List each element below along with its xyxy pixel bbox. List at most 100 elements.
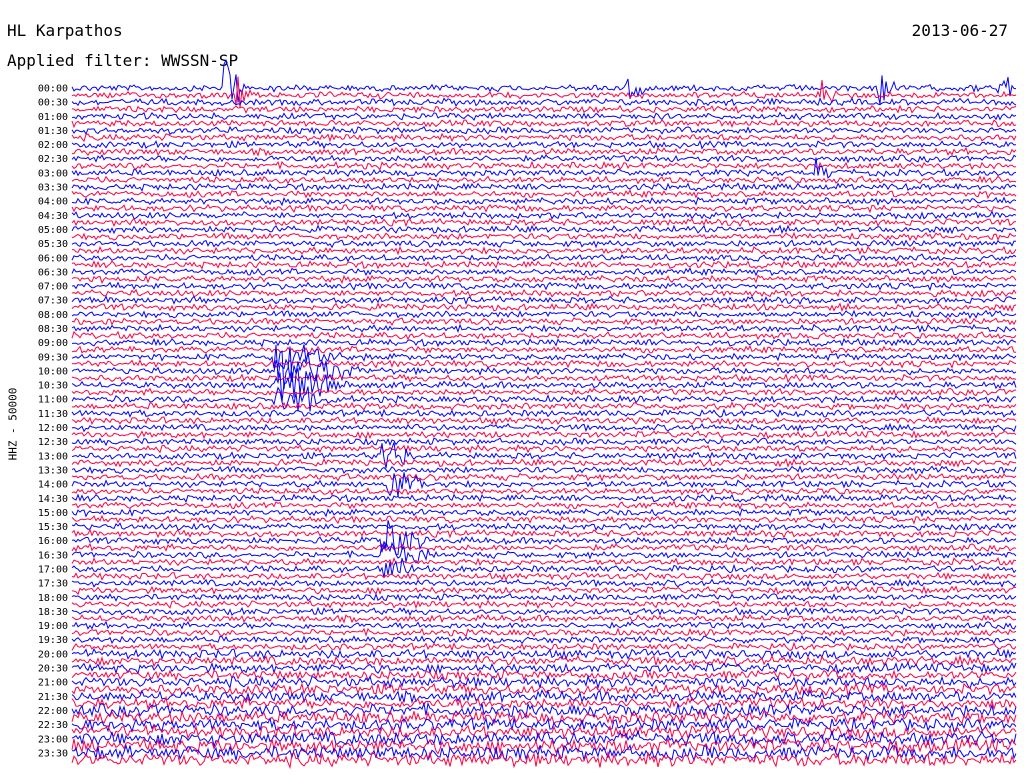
tick-label-1600: 16:00 [38,536,68,547]
tick-label-1130: 11:30 [38,409,68,420]
trace-row-2000 [71,647,1017,661]
trace-row-1730 [71,578,1017,588]
trace-row-1015 [71,373,1017,384]
tick-label-0700: 07:00 [38,282,68,293]
tick-label-2000: 20:00 [38,649,68,660]
trace-row-0330 [71,182,1017,192]
trace-row-0130 [71,125,1017,136]
trace-row-2345 [71,750,1017,770]
trace-row-0245 [71,160,1017,171]
tick-label-1730: 17:30 [38,579,68,590]
tick-label-1030: 10:30 [38,381,68,392]
trace-row-1715 [71,571,1017,581]
trace-row-0215 [72,146,1017,157]
trace-row-1200 [71,422,1017,433]
trace-row-2015 [71,654,1017,668]
trace-row-1945 [71,641,1017,652]
trace-row-0515 [71,231,1017,242]
trace-row-1330 [71,465,1017,475]
tick-label-0030: 00:30 [38,98,68,109]
trace-row-1615 [71,542,1017,553]
tick-label-2200: 22:00 [38,706,68,717]
trace-row-0545 [71,245,1017,256]
trace-row-0045 [71,104,1017,114]
trace-row-0445 [71,217,1016,228]
tick-label-2100: 21:00 [38,678,68,689]
tick-label-2300: 23:00 [38,734,68,745]
trace-row-1000 [71,346,1017,390]
tick-label-1400: 14:00 [38,480,68,491]
trace-row-0400 [71,196,1017,207]
trace-row-0745 [71,302,1017,313]
trace-row-1345 [71,472,1017,482]
trace-row-0915 [71,344,1017,355]
tick-label-1830: 18:30 [38,607,68,618]
trace-row-1415 [71,486,1017,496]
tick-label-1800: 18:00 [38,593,68,604]
tick-label-1530: 15:30 [38,522,68,533]
tick-label-0000: 00:00 [38,84,68,95]
trace-row-1845 [71,613,1017,624]
tick-label-0730: 07:30 [38,296,68,307]
trace-row-0115 [71,118,1017,129]
trace-row-0000 [71,58,1017,105]
trace-row-0430 [71,210,1017,220]
trace-row-0345 [71,189,1017,200]
trace-row-1315 [71,457,1016,468]
tick-label-1430: 14:30 [38,494,68,505]
trace-row-1445 [71,500,1017,510]
trace-row-1230 [71,437,1017,447]
trace-row-1645 [71,556,1017,567]
tick-label-0600: 06:00 [38,253,68,264]
tick-label-0100: 01:00 [38,112,68,123]
tick-label-1700: 17:00 [38,565,68,576]
trace-row-0315 [71,175,1017,185]
trace-row-1045 [71,387,1017,397]
trace-row-0030 [71,96,1017,107]
tick-label-0900: 09:00 [38,338,68,349]
trace-row-1515 [71,514,1017,525]
tick-label-1930: 19:30 [38,635,68,646]
trace-row-1630 [71,541,1017,564]
tick-label-0330: 03:30 [38,183,68,194]
trace-row-2200 [71,701,1017,720]
trace-row-1115 [71,401,1017,411]
tick-label-2030: 20:30 [38,664,68,675]
trace-row-0945 [71,359,1017,370]
trace-row-0830 [71,323,1017,334]
trace-row-1900 [71,620,1017,631]
trace-row-0145 [71,132,1017,143]
tick-label-1330: 13:30 [38,465,68,476]
tick-label-1500: 15:00 [38,508,68,519]
trace-layer [71,58,1017,770]
trace-row-0815 [71,316,1017,327]
tick-label-0530: 05:30 [38,239,68,250]
trace-row-1800 [71,592,1017,602]
tick-label-1300: 13:00 [38,451,68,462]
tick-label-2230: 22:30 [38,720,68,731]
trace-row-1815 [71,599,1017,610]
trace-row-0230 [71,154,1017,164]
trace-row-1245 [71,444,1017,454]
trace-row-0100 [71,111,1017,121]
tick-label-0300: 03:00 [38,168,68,179]
trace-row-1030 [71,368,1017,402]
tick-label-0200: 02:00 [38,140,68,151]
helicorder-plot: 00:00 00:30 01:00 01:30 02:00 02:30 03:00 03:30… [38,58,1017,770]
trace-row-0615 [71,259,1017,270]
tick-label-1200: 12:00 [38,423,68,434]
trace-row-0645 [71,274,1017,285]
tick-label-0430: 04:30 [38,211,68,222]
tick-label-1630: 16:30 [38,550,68,561]
trace-row-0700 [71,281,1017,292]
tick-label-0800: 08:00 [38,310,68,321]
tick-label-1100: 11:00 [38,395,68,406]
trace-row-0900 [71,337,1017,348]
tick-label-1230: 12:30 [38,437,68,448]
trace-row-1930 [71,634,1017,645]
tick-label-layer: 00:00 00:30 01:00 01:30 02:00 02:30 03:00 03:30… [38,84,68,760]
trace-row-2215 [71,709,1017,726]
trace-row-1745 [71,585,1017,596]
tick-label-0130: 01:30 [38,126,68,137]
tick-label-0630: 06:30 [38,267,68,278]
